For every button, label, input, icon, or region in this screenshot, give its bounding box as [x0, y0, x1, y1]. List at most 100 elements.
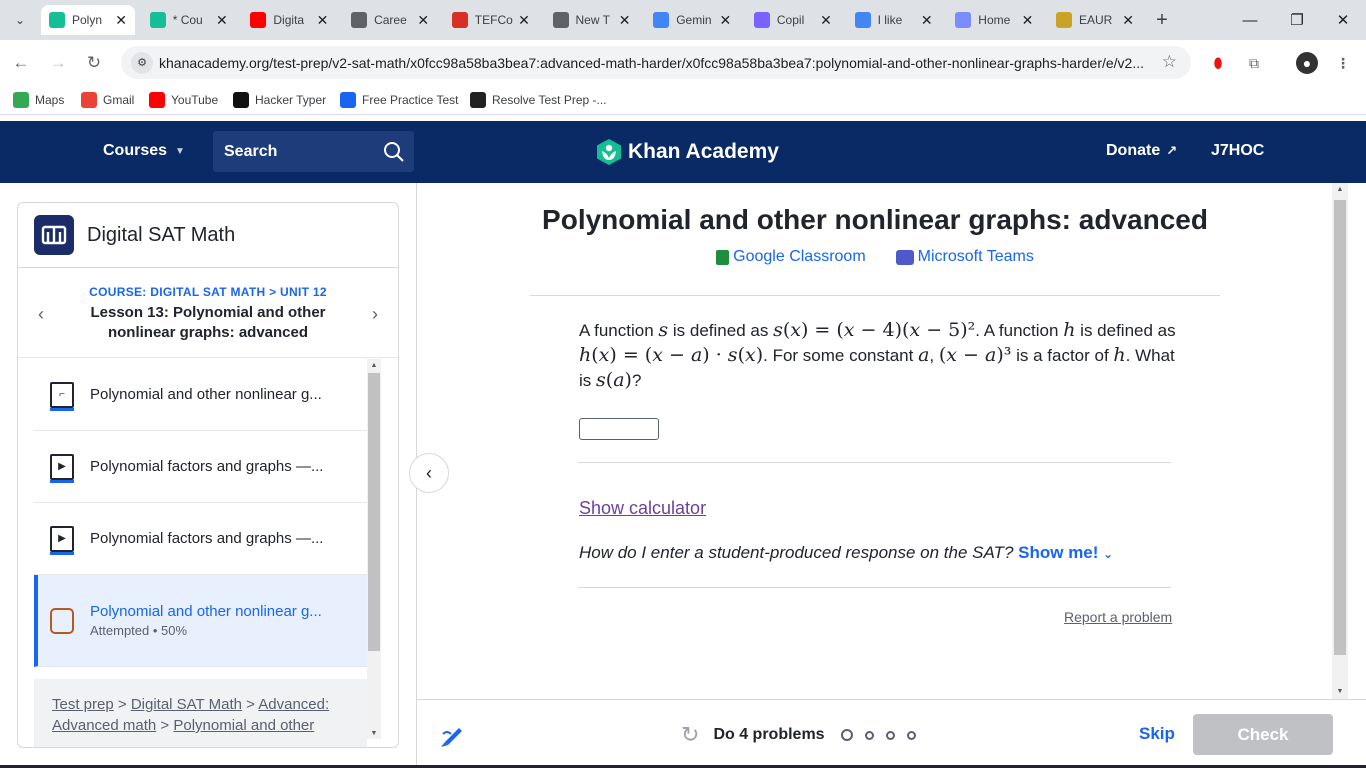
back-icon[interactable]: ←: [8, 50, 34, 76]
breadcrumb-separator: >: [246, 696, 255, 713]
bookmark-item[interactable]: Maps: [13, 92, 64, 108]
scroll-thumb[interactable]: [1334, 200, 1346, 655]
new-tab-button[interactable]: +: [1150, 8, 1174, 32]
close-tab-icon[interactable]: ✕: [216, 12, 228, 29]
report-problem-link[interactable]: Report a problem: [1064, 609, 1172, 625]
reload-icon[interactable]: ↻: [81, 50, 107, 76]
close-tab-icon[interactable]: ✕: [1022, 12, 1034, 29]
user-menu[interactable]: J7HOC: [1211, 142, 1264, 160]
list-item[interactable]: ⌐✓ Polynomial and other nonlinear g...: [34, 359, 367, 431]
answer-input[interactable]: [579, 418, 659, 440]
search-icon[interactable]: [374, 132, 414, 172]
logo-text: Khan Academy: [628, 140, 779, 163]
close-tab-icon[interactable]: ✕: [619, 12, 631, 29]
show-me-link[interactable]: Show me! ⌄: [1018, 543, 1113, 562]
browser-tab[interactable]: New T ✕: [545, 5, 639, 35]
close-tab-icon[interactable]: ✕: [1122, 12, 1134, 29]
next-lesson-icon[interactable]: ›: [372, 304, 378, 325]
close-tab-icon[interactable]: ✕: [820, 12, 832, 29]
scratchpad-pencil-icon[interactable]: [439, 720, 467, 748]
check-button[interactable]: Check: [1193, 714, 1333, 755]
minimize-icon[interactable]: —: [1238, 8, 1262, 32]
menu-kebab-icon[interactable]: ⋮: [1332, 52, 1354, 74]
course-book-icon: [34, 215, 74, 255]
bookmark-item[interactable]: Gmail: [81, 92, 134, 108]
close-tab-icon[interactable]: ✕: [317, 12, 329, 29]
scroll-down-icon[interactable]: ▼: [367, 727, 381, 739]
bookmark-item[interactable]: Hacker Typer: [233, 92, 326, 108]
close-tab-icon[interactable]: ✕: [518, 12, 530, 29]
list-item-current[interactable]: Polynomial and other nonlinear g... Atte…: [34, 575, 367, 667]
course-title[interactable]: Digital SAT Math: [87, 224, 235, 247]
address-bar[interactable]: ⚙ khanacademy.org/test-prep/v2-sat-math/…: [121, 46, 1191, 79]
list-item[interactable]: ▶✓ Polynomial factors and graphs —...: [34, 503, 367, 575]
bookmark-favicon-icon: [13, 92, 29, 108]
sidebar-scrollbar[interactable]: ▲ ▼: [367, 359, 381, 739]
khan-academy-logo[interactable]: Khan Academy: [596, 138, 779, 166]
search-box[interactable]: Search: [213, 131, 414, 172]
lesson-nav: ‹ COURSE: DIGITAL SAT MATH > UNIT 12 Les…: [18, 268, 398, 358]
close-tab-icon[interactable]: ✕: [417, 12, 429, 29]
breadcrumb-link-test-prep[interactable]: Test prep: [52, 696, 114, 713]
divider: [530, 295, 1220, 296]
bookmark-item[interactable]: Free Practice Test: [340, 92, 458, 108]
browser-tab[interactable]: Gemin ✕: [645, 5, 739, 35]
browser-tab[interactable]: Caree ✕: [343, 5, 437, 35]
tab-title: * Cou: [172, 13, 203, 27]
bookmark-item[interactable]: YouTube: [149, 92, 218, 108]
tab-title: Digita: [273, 13, 305, 27]
donate-link[interactable]: Donate ↗: [1106, 142, 1177, 160]
courses-menu[interactable]: Courses ▼: [103, 142, 185, 160]
caret-down-icon: ▼: [175, 145, 185, 157]
breadcrumb-link-course[interactable]: Digital SAT Math: [131, 696, 242, 713]
video-icon: ▶✓: [50, 453, 74, 483]
close-window-icon[interactable]: ✕: [1331, 8, 1355, 32]
extensions-icon[interactable]: ⧉: [1243, 52, 1265, 74]
tab-search-chevron-icon[interactable]: ⌄: [8, 8, 32, 32]
close-tab-icon[interactable]: ✕: [921, 12, 933, 29]
google-icon: [854, 12, 871, 28]
scroll-up-icon[interactable]: ▲: [367, 359, 381, 371]
item-label: Polynomial factors and graphs —...: [90, 530, 324, 547]
scroll-thumb[interactable]: [368, 373, 380, 651]
site-info-icon[interactable]: ⚙: [131, 51, 153, 74]
url-text[interactable]: khanacademy.org/test-prep/v2-sat-math/x0…: [159, 55, 1149, 71]
chrome-icon: [552, 12, 569, 28]
bookmarks-bar: Maps Gmail YouTube Hacker Typer Free Practic…: [0, 85, 1366, 115]
browser-tab[interactable]: TEFCo ✕: [444, 5, 538, 35]
course-unit-breadcrumb[interactable]: COURSE: DIGITAL SAT MATH > UNIT 12: [18, 285, 398, 299]
breadcrumb-link-lesson[interactable]: Polynomial and other: [173, 717, 314, 734]
scroll-down-icon[interactable]: ▼: [1332, 685, 1348, 697]
browser-tab[interactable]: Digita ✕: [242, 5, 336, 35]
khan-icon: [149, 12, 166, 28]
browser-tab[interactable]: Polyn ✕: [41, 5, 135, 35]
browser-tab[interactable]: I like ✕: [847, 5, 941, 35]
scroll-up-icon[interactable]: ▲: [1332, 183, 1348, 195]
skip-button[interactable]: Skip: [1139, 724, 1175, 744]
previous-lesson-icon[interactable]: ‹: [38, 304, 44, 325]
list-item[interactable]: ▶✓ Polynomial factors and graphs —...: [34, 431, 367, 503]
browser-tab[interactable]: * Cou ✕: [142, 5, 236, 35]
main-scrollbar[interactable]: ▲ ▼: [1332, 183, 1348, 699]
help-prompt: How do I enter a student-produced respon…: [579, 543, 1113, 563]
collapse-sidebar-button[interactable]: ‹: [409, 453, 449, 493]
microsoft-teams-link[interactable]: Microsoft Teams: [895, 248, 1034, 266]
close-tab-icon[interactable]: ✕: [719, 12, 731, 29]
opera-icon[interactable]: ⬮: [1207, 52, 1229, 74]
tab-title: EAUR: [1079, 13, 1113, 27]
profile-avatar[interactable]: ●: [1296, 52, 1318, 74]
google-classroom-link[interactable]: Google Classroom: [716, 248, 866, 266]
browser-tab[interactable]: Home ✕: [947, 5, 1041, 35]
exercise-footer: ↻ Do 4 problems Skip Check: [417, 699, 1366, 768]
close-tab-icon[interactable]: ✕: [115, 12, 127, 29]
progress-dot: [864, 730, 874, 740]
bookmark-star-icon[interactable]: ☆: [1162, 52, 1177, 72]
breadcrumb-separator: >: [160, 717, 170, 734]
browser-tab[interactable]: EAUR ✕: [1048, 5, 1142, 35]
forward-icon[interactable]: →: [45, 50, 71, 76]
show-calculator-link[interactable]: Show calculator: [579, 498, 706, 519]
divider: [578, 587, 1171, 588]
restore-icon[interactable]: ❐: [1285, 8, 1309, 32]
bookmark-item[interactable]: Resolve Test Prep -...: [470, 92, 607, 108]
browser-tab[interactable]: Copil ✕: [746, 5, 840, 35]
